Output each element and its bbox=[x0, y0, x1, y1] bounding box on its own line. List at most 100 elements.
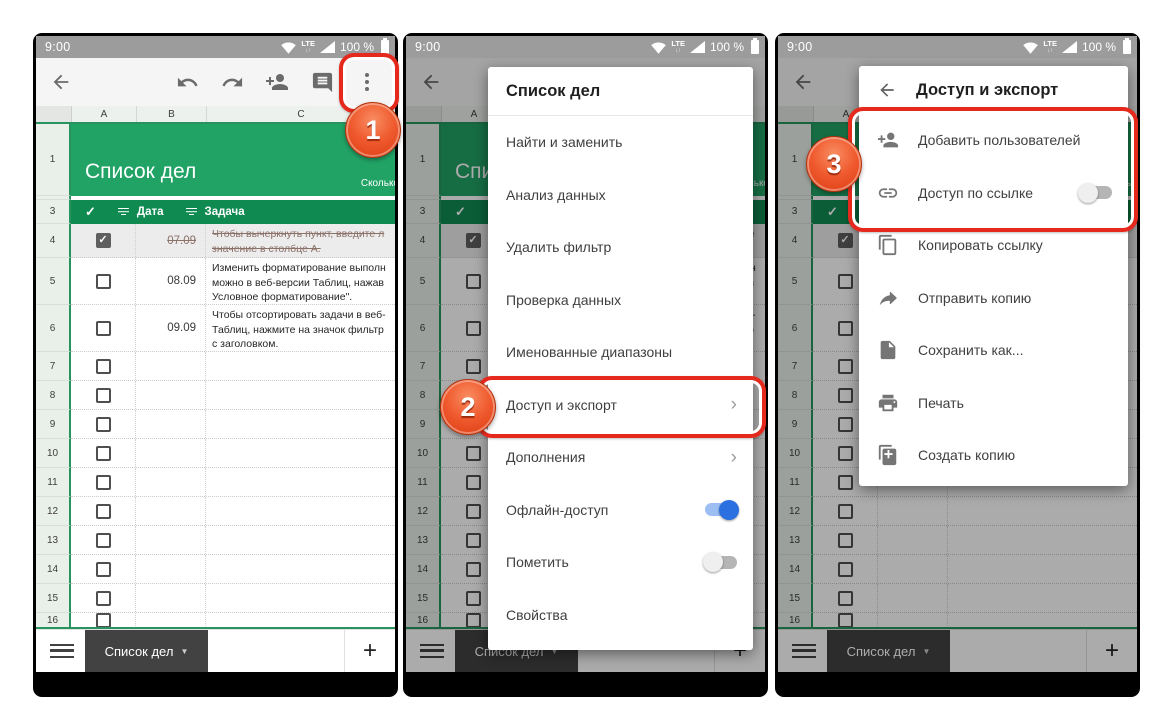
task-text[interactable]: Изменить форматирование выполн можно в в… bbox=[206, 258, 395, 304]
filter-icon[interactable] bbox=[118, 208, 129, 217]
task-checkbox[interactable] bbox=[96, 475, 111, 490]
comments-button[interactable] bbox=[310, 70, 334, 94]
sheet-row-empty[interactable]: 8 bbox=[36, 381, 395, 410]
menu-item-save-as[interactable]: Сохранить как... bbox=[859, 324, 1128, 377]
corner-cell[interactable] bbox=[36, 106, 72, 122]
column-header-b[interactable]: B bbox=[137, 106, 207, 122]
clock: 9:00 bbox=[415, 40, 441, 54]
task-checkbox[interactable] bbox=[96, 562, 111, 577]
task-date[interactable]: 08.09 bbox=[136, 258, 206, 304]
signal-icon bbox=[1062, 41, 1077, 53]
row-number[interactable]: 13 bbox=[36, 526, 71, 555]
menu-item-details[interactable]: Свойства bbox=[488, 589, 753, 642]
back-button[interactable] bbox=[877, 80, 897, 100]
menu-item-offline-access[interactable]: Офлайн-доступ bbox=[488, 484, 753, 537]
task-checkbox[interactable] bbox=[96, 388, 111, 403]
row-number[interactable]: 4 bbox=[36, 224, 71, 258]
task-date[interactable]: 07.09 bbox=[136, 224, 206, 257]
row-number[interactable]: 11 bbox=[36, 468, 71, 497]
sheet-row-empty[interactable]: 7 bbox=[36, 352, 395, 381]
step-badge-3: 3 bbox=[806, 136, 862, 192]
task-checkbox-checked[interactable]: ✓ bbox=[96, 233, 111, 248]
row-number[interactable]: 1 bbox=[36, 124, 71, 196]
undo-button[interactable] bbox=[175, 70, 199, 94]
row-number[interactable]: 7 bbox=[36, 352, 71, 381]
sheet-row-empty[interactable]: 10 bbox=[36, 439, 395, 468]
step-badge-1: 1 bbox=[345, 102, 401, 158]
menu-item-named-ranges[interactable]: Именованные диапазоны bbox=[488, 326, 753, 379]
task-checkbox[interactable] bbox=[96, 359, 111, 374]
filter-icon[interactable] bbox=[186, 208, 197, 217]
screenshot-step-2: 9:00 LTE↓↑ 100 % bbox=[403, 33, 768, 697]
sheet-row-task[interactable]: 5 08.09 Изменить форматирование выполн м… bbox=[36, 258, 395, 305]
row-number[interactable]: 15 bbox=[36, 584, 71, 613]
task-checkbox[interactable] bbox=[96, 274, 111, 289]
sheet-row-empty[interactable]: 11 bbox=[36, 468, 395, 497]
back-button[interactable] bbox=[49, 70, 73, 94]
signal-icon bbox=[690, 41, 705, 53]
task-checkbox[interactable] bbox=[96, 591, 111, 606]
menu-item-star[interactable]: Пометить bbox=[488, 536, 753, 589]
sheet-row-empty[interactable]: 13 bbox=[36, 526, 395, 555]
battery-percent: 100 % bbox=[340, 40, 374, 54]
star-toggle-off[interactable] bbox=[705, 556, 737, 569]
task-text[interactable]: Чтобы отсортировать задачи в веб- Таблиц… bbox=[206, 305, 395, 351]
menu-item-make-copy[interactable]: Создать копию bbox=[859, 429, 1128, 482]
add-sheet-button[interactable]: + bbox=[345, 637, 395, 665]
menu-item-addons[interactable]: Дополнения › bbox=[488, 431, 753, 484]
column-header-strip: A B C bbox=[36, 106, 395, 124]
spreadsheet-grid[interactable]: A B C 1 Список дел Сколько 3 ✓ Дата Зада… bbox=[36, 106, 395, 629]
row-number[interactable]: 10 bbox=[36, 439, 71, 468]
battery-percent: 100 % bbox=[1082, 40, 1116, 54]
link-sharing-toggle-off[interactable] bbox=[1080, 186, 1112, 199]
sheet-row-title[interactable]: 1 Список дел Сколько bbox=[36, 124, 395, 196]
row-number[interactable]: 3 bbox=[36, 200, 71, 224]
sheet-row-task[interactable]: 4 ✓ 07.09 Чтобы вычеркнуть пункт, введит… bbox=[36, 224, 395, 258]
tutorial-collage: { "status_bar": { "time": "9:00", "netwo… bbox=[0, 0, 1164, 704]
task-checkbox[interactable] bbox=[96, 446, 111, 461]
menu-item-data-validation[interactable]: Проверка данных bbox=[488, 274, 753, 327]
sheet-row-task[interactable]: 6 09.09 Чтобы отсортировать задачи в веб… bbox=[36, 305, 395, 352]
row-number[interactable]: 6 bbox=[36, 305, 71, 352]
sheet-row-filter-header[interactable]: 3 ✓ Дата Задача bbox=[36, 200, 395, 224]
sheet-row-empty[interactable]: 14 bbox=[36, 555, 395, 584]
overflow-menu-button[interactable] bbox=[355, 70, 379, 94]
row-number[interactable]: 9 bbox=[36, 410, 71, 439]
copy-icon bbox=[877, 234, 899, 256]
menu-item-copy-link[interactable]: Копировать ссылку bbox=[859, 219, 1128, 272]
sheet-row-empty[interactable]: 12 bbox=[36, 497, 395, 526]
all-sheets-menu-icon[interactable] bbox=[50, 644, 74, 658]
menu-item-send-copy[interactable]: Отправить копию bbox=[859, 272, 1128, 325]
menu-item-add-users[interactable]: Добавить пользователей bbox=[859, 114, 1128, 167]
task-checkbox[interactable] bbox=[96, 321, 111, 336]
sheet-row-empty[interactable]: 9 bbox=[36, 410, 395, 439]
column-header-a[interactable]: A bbox=[72, 106, 137, 122]
row-number[interactable]: 8 bbox=[36, 381, 71, 410]
menu-item-link-sharing[interactable]: Доступ по ссылке bbox=[859, 167, 1128, 220]
menu-item-remove-filter[interactable]: Удалить фильтр bbox=[488, 221, 753, 274]
date-column-header: Дата bbox=[137, 206, 164, 218]
task-checkbox[interactable] bbox=[96, 613, 111, 628]
offline-access-toggle-on[interactable] bbox=[705, 503, 737, 516]
task-checkbox[interactable] bbox=[96, 533, 111, 548]
share-person-add-button[interactable] bbox=[265, 70, 289, 94]
menu-item-share-export[interactable]: Доступ и экспорт › bbox=[488, 379, 753, 432]
caret-down-icon: ▼ bbox=[180, 647, 188, 656]
row-number[interactable]: 12 bbox=[36, 497, 71, 526]
step-badge-2: 2 bbox=[440, 379, 496, 435]
active-sheet-tab[interactable]: Список дел ▼ bbox=[85, 630, 208, 672]
menu-item-find-replace[interactable]: Найти и заменить bbox=[488, 116, 753, 169]
sheet-tab-label: Список дел bbox=[105, 644, 174, 659]
menu-item-print[interactable]: Печать bbox=[859, 377, 1128, 430]
printer-icon bbox=[877, 392, 899, 414]
row-number[interactable]: 14 bbox=[36, 555, 71, 584]
task-checkbox[interactable] bbox=[96, 417, 111, 432]
menu-item-explore[interactable]: Анализ данных bbox=[488, 169, 753, 222]
sheet-row-empty[interactable]: 15 bbox=[36, 584, 395, 613]
task-checkbox[interactable] bbox=[96, 504, 111, 519]
clock: 9:00 bbox=[45, 40, 71, 54]
task-date[interactable]: 09.09 bbox=[136, 305, 206, 351]
task-text[interactable]: Чтобы вычеркнуть пункт, введите л значен… bbox=[206, 224, 395, 257]
redo-button[interactable] bbox=[220, 70, 244, 94]
row-number[interactable]: 5 bbox=[36, 258, 71, 305]
